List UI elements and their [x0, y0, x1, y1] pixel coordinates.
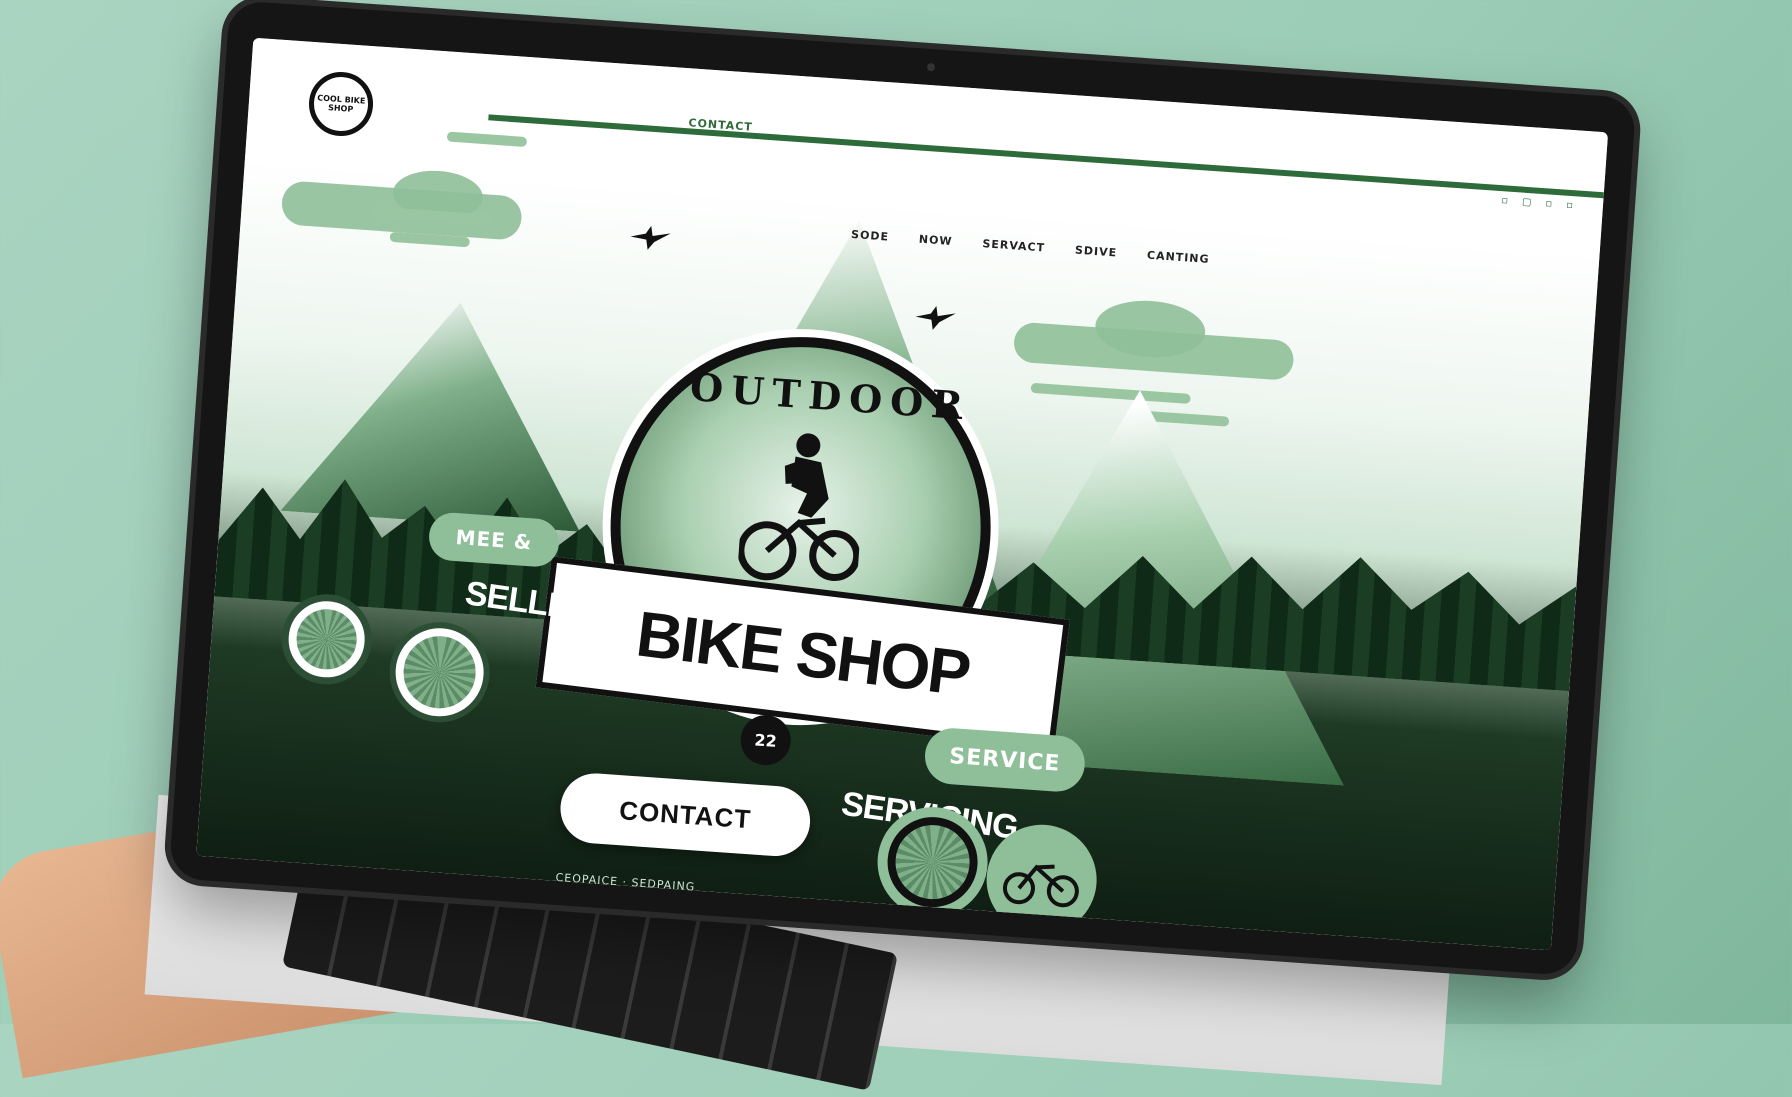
square-icon[interactable]: ▢ — [1522, 197, 1532, 209]
site-logo[interactable]: COOL BIKE SHOP — [306, 69, 376, 139]
square-icon[interactable]: ▫ — [1501, 195, 1509, 206]
bicycle-icon — [1002, 864, 1079, 908]
square-icon[interactable]: ▫ — [1545, 198, 1553, 209]
wheel-icon — [392, 625, 487, 720]
nav-item[interactable]: SODE — [851, 228, 890, 244]
wheel-badge[interactable] — [386, 618, 493, 726]
bird-icon — [630, 225, 671, 250]
window-icons: ▫ ▢ ▫ ▫ — [1501, 195, 1573, 211]
wheel-icon — [884, 814, 981, 911]
webcam-icon — [926, 62, 936, 72]
contact-button[interactable]: CONTACT — [558, 771, 813, 859]
laptop-screen: COOL BIKE SHOP CONTACT ▫ ▢ ▫ ▫ OUTDOOR B… — [196, 37, 1609, 951]
wheel-icon — [286, 598, 368, 680]
bird-icon — [915, 306, 956, 330]
nav-item[interactable]: NOW — [918, 233, 953, 248]
mountain-left — [280, 291, 595, 531]
hero-section: OUTDOOR BIKE SHOP 22 MEE & SELLING SERVI… — [196, 131, 1600, 951]
service-pill[interactable]: SERVICE — [923, 726, 1087, 794]
footer-text: CEOPAICE · SEDPAING — [555, 870, 696, 894]
emblem-badge-number: 22 — [738, 713, 793, 767]
streak — [1030, 382, 1191, 404]
laptop-bezel: COOL BIKE SHOP CONTACT ▫ ▢ ▫ ▫ OUTDOOR B… — [168, 0, 1637, 977]
shop-title: BIKE SHOP — [632, 597, 973, 710]
laptop-lid: COOL BIKE SHOP CONTACT ▫ ▢ ▫ ▫ OUTDOOR B… — [160, 0, 1646, 1097]
pill-left[interactable]: MEE & — [427, 511, 561, 569]
square-icon[interactable]: ▫ — [1566, 200, 1574, 211]
mountain-biker-icon — [737, 433, 861, 582]
